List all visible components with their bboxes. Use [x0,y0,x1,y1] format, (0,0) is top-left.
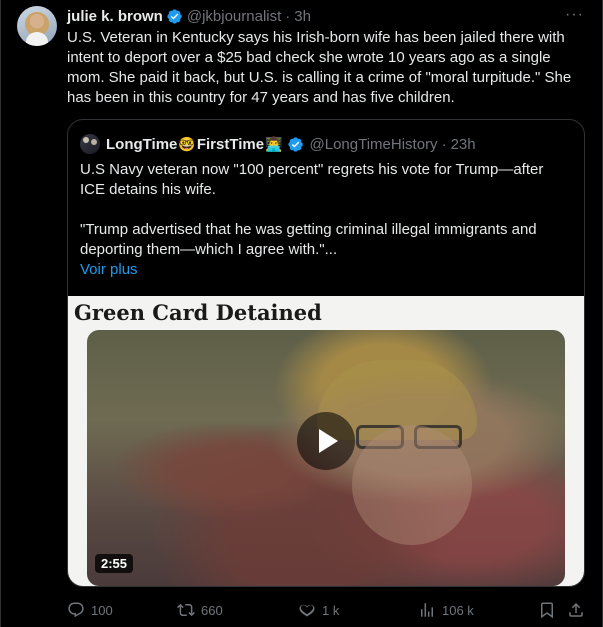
more-options-icon[interactable]: ··· [565,6,584,24]
quoted-name-part2: FirstTime [196,135,265,153]
tweet-timestamp[interactable]: 3h [294,8,311,25]
quoted-separator-dot: · [441,135,447,153]
heart-icon [299,604,315,617]
play-button[interactable] [297,412,355,470]
action-bar: 100 660 1 k 106 k [67,598,587,622]
tweet-header: julie k. brown @jkbjournalist · 3h [67,6,311,26]
quoted-timestamp: 23h [450,135,476,153]
nerd-face-emoji-icon: 🤓 [178,135,196,152]
quoted-author-avatar[interactable] [80,134,100,154]
thumbnail-glasses-icon [352,425,472,451]
tweet[interactable]: julie k. brown @jkbjournalist · 3h ··· U… [0,0,603,627]
quoted-author-handle: @LongTimeHistory [309,135,438,153]
retweet-count: 660 [201,602,223,618]
quoted-tweet-text: U.S Navy veteran now "100 percent" regre… [80,160,570,280]
video-preview[interactable]: Green Card Detained 2:55 [68,296,584,586]
retweet-icon [177,603,195,617]
quoted-paragraph-2: "Trump advertised that he was getting cr… [80,221,537,258]
view-count: 106 k [442,602,474,618]
retweet-button[interactable]: 660 [177,601,223,619]
quoted-tweet-header: LongTime🤓FirstTime👨‍💻 @LongTimeHistory ·… [80,134,476,154]
reply-button[interactable]: 100 [67,601,113,619]
reply-count: 100 [91,602,113,618]
verified-badge-icon [167,8,182,24]
media-headline: Green Card Detained [74,300,322,325]
reply-icon [68,602,84,618]
author-name[interactable]: julie k. brown [67,8,163,25]
video-thumbnail[interactable]: 2:55 [87,330,565,586]
bookmark-button[interactable] [538,601,556,619]
like-button[interactable]: 1 k [298,601,339,619]
share-icon [569,602,583,617]
show-more-link[interactable]: Voir plus [80,260,570,280]
video-duration: 2:55 [95,554,134,573]
quoted-author-name[interactable]: LongTime🤓FirstTime👨‍💻 [106,136,284,153]
quoted-paragraph-1: U.S Navy veteran now "100 percent" regre… [80,161,544,198]
like-count: 1 k [322,602,340,618]
share-button[interactable] [567,601,585,619]
bookmark-icon [541,602,553,619]
quoted-verified-badge-icon [287,136,303,152]
quoted-tweet[interactable]: LongTime🤓FirstTime👨‍💻 @LongTimeHistory ·… [67,119,585,587]
views-button[interactable]: 106 k [418,601,474,619]
tweet-text: U.S. Veteran in Kentucky says his Irish-… [67,29,572,106]
quoted-name-part1: LongTime [106,135,178,153]
author-avatar[interactable] [17,6,57,46]
analytics-icon [421,603,433,617]
separator-dot: · [285,7,291,25]
technologist-emoji-icon: 👨‍💻 [265,135,283,152]
author-handle[interactable]: @jkbjournalist [187,8,281,25]
